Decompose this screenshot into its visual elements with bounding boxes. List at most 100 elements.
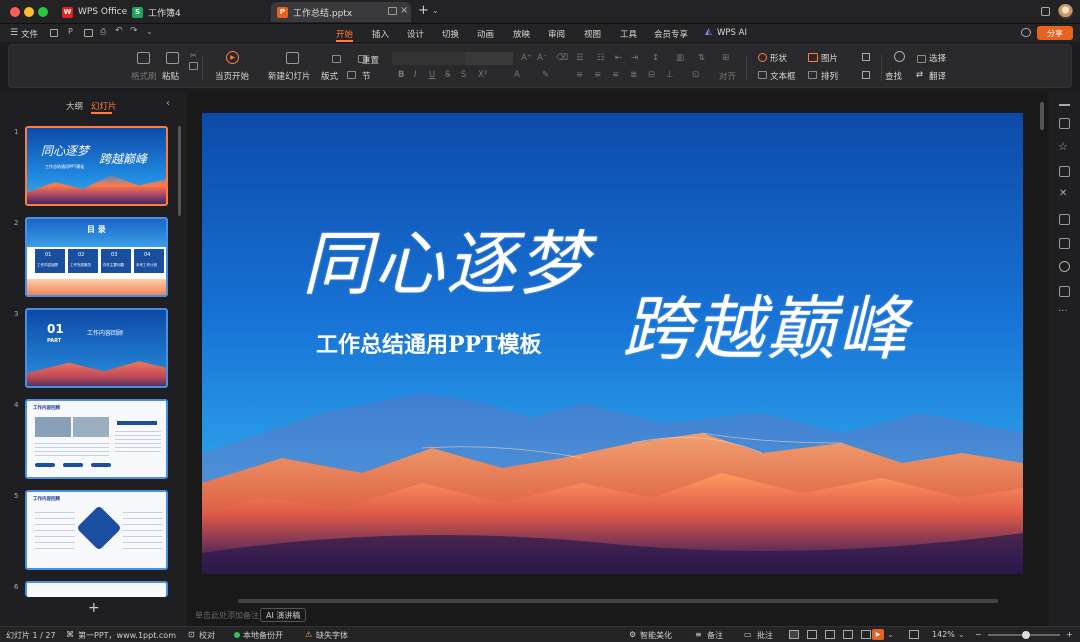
avatar[interactable] (1058, 4, 1073, 19)
properties-icon[interactable] (1059, 118, 1070, 129)
find-button[interactable]: 查找 (885, 70, 902, 82)
collapse-panel-icon[interactable]: ‹ (166, 98, 170, 109)
more-arrange-icon[interactable] (862, 71, 870, 79)
proofread-icon[interactable]: ⊡ (188, 630, 195, 639)
textbox-icon[interactable] (758, 71, 767, 79)
copy-style-icon[interactable] (1059, 166, 1070, 177)
slide-thumbnail-2[interactable]: 目 录 01 工作内容回顾 02 工作完成情况 03 存在主要问题 04 未来工作计划 (25, 217, 168, 297)
shrink-font-icon[interactable]: A⁻ (537, 53, 547, 63)
align-left-icon[interactable]: ≡ (576, 70, 583, 80)
canvas-vertical-scrollbar[interactable] (1040, 102, 1044, 130)
slide-thumbnail-5[interactable]: 工作内容回顾 (25, 490, 168, 570)
presenter-view-icon[interactable] (861, 630, 871, 639)
monitor-icon[interactable] (388, 7, 397, 15)
convert-icon[interactable]: ⊞ (722, 53, 729, 63)
maximize-window-button[interactable] (38, 7, 48, 17)
tab-tools[interactable]: 工具 (620, 28, 637, 40)
font-size-select[interactable] (465, 52, 513, 65)
more-shapes-icon[interactable] (862, 53, 870, 61)
minimize-window-button[interactable] (24, 7, 34, 17)
tab-wps-ai[interactable]: WPS AI (717, 28, 747, 38)
line-spacing-icon[interactable]: ↕ (652, 53, 659, 63)
fit-window-icon[interactable] (909, 630, 919, 639)
hamburger-menu-icon[interactable]: ☰ (10, 28, 18, 38)
image-tools-icon[interactable] (1059, 238, 1070, 249)
new-slide-icon[interactable] (286, 52, 299, 64)
share-button[interactable]: 分享 (1037, 26, 1073, 40)
tab-home[interactable]: 开始 (336, 28, 353, 40)
zoom-out-icon[interactable]: − (975, 630, 982, 639)
tab-insert[interactable]: 插入 (372, 28, 389, 40)
arrange-button[interactable]: 排列 (821, 70, 838, 82)
grow-font-icon[interactable]: A⁺ (521, 53, 531, 63)
save-icon[interactable] (50, 29, 58, 37)
strikethrough-icon[interactable]: S̶ (445, 70, 450, 80)
sidebar-scrollbar[interactable] (178, 126, 181, 216)
select-icon[interactable] (917, 55, 926, 63)
justify-icon[interactable]: ≣ (630, 70, 637, 80)
numbering-icon[interactable]: ☷ (597, 53, 605, 63)
window-layout-icon[interactable] (1041, 7, 1050, 16)
slide-title-a[interactable]: 同心逐梦 (302, 208, 590, 309)
proofread-button[interactable]: 校对 (199, 630, 215, 641)
comments-button[interactable]: 批注 (757, 630, 773, 641)
undo-icon[interactable]: ↶ (115, 26, 123, 36)
paste-button[interactable]: 粘贴 (162, 70, 179, 82)
copy-icon[interactable] (189, 62, 198, 70)
outline-view-icon[interactable] (843, 630, 853, 639)
play-icon[interactable]: ▶ (226, 51, 239, 64)
distribute-icon[interactable]: ⊟ (648, 70, 655, 80)
backup-icon[interactable] (1059, 286, 1070, 297)
tab-transitions[interactable]: 切换 (442, 28, 459, 40)
arrange-icon[interactable] (808, 71, 817, 79)
text-direction-icon[interactable]: ⇅ (698, 53, 705, 63)
align-button[interactable]: 对齐 (719, 70, 736, 82)
clear-format-icon[interactable]: ⌫ (556, 53, 568, 63)
text-box-align-icon[interactable]: ⊡ (692, 70, 699, 80)
tab-presentation[interactable]: P 工作总结.pptx × (271, 2, 411, 22)
paste-icon[interactable] (166, 52, 179, 64)
layout-button[interactable]: 版式 (321, 70, 338, 82)
shape-icon[interactable] (758, 53, 767, 62)
indent-increase-icon[interactable]: ⇥ (631, 53, 638, 63)
missing-font-button[interactable]: 缺失字体 (316, 630, 348, 641)
new-slide-button[interactable]: 新建幻灯片 (268, 70, 311, 82)
new-tab-icon[interactable]: + (418, 3, 429, 18)
canvas-horizontal-scrollbar[interactable] (238, 599, 998, 603)
format-painter-icon[interactable] (137, 52, 150, 64)
slide-thumbnail-1[interactable]: 同心逐梦 跨越巅峰 工作总结通用PPT模板 (25, 126, 168, 206)
slide-thumbnail-3[interactable]: 01 PART 工作内容回顾 (25, 308, 168, 388)
slide-thumbnail-6[interactable] (25, 581, 168, 597)
shape-button[interactable]: 形状 (770, 52, 787, 64)
add-slide-icon[interactable]: + (88, 600, 100, 616)
ai-script-button[interactable]: AI 演讲稿 (260, 608, 307, 622)
zoom-chevron-icon[interactable]: ⌄ (958, 630, 965, 639)
play-from-current-button[interactable]: 当页开始 (215, 70, 249, 82)
print-icon[interactable] (84, 29, 93, 37)
collapse-icon[interactable] (1059, 104, 1070, 106)
normal-view-icon[interactable] (789, 630, 799, 639)
superscript-icon[interactable]: X² (478, 70, 487, 80)
bullets-icon[interactable]: ☰ (576, 53, 584, 63)
tab-animations[interactable]: 动画 (477, 28, 494, 40)
quick-access-chevron-icon[interactable]: ⌄ (146, 27, 153, 36)
slide-title-b[interactable]: 跨越巅峰 (622, 273, 910, 374)
close-window-button[interactable] (10, 7, 20, 17)
vertical-align-icon[interactable]: ⊥ (666, 70, 673, 80)
file-menu[interactable]: 文件 (21, 28, 38, 40)
notes-button[interactable]: 备注 (707, 630, 723, 641)
highlight-icon[interactable]: ✎ (542, 70, 549, 80)
history-icon[interactable] (1059, 261, 1070, 272)
align-center-icon[interactable]: ≡ (594, 70, 601, 80)
picture-button[interactable]: 图片 (821, 52, 838, 64)
italic-icon[interactable]: I (414, 70, 417, 80)
slide-thumbnail-4[interactable]: 工作内容回顾 (25, 399, 168, 479)
slide-1[interactable]: 同心逐梦 跨越巅峰 工作总结通用PPT模板 (202, 113, 1023, 574)
tab-wps-office[interactable]: W WPS Office (56, 2, 133, 22)
beautify-button[interactable]: 智能美化 (640, 630, 672, 641)
tools-icon[interactable]: ✕ (1059, 188, 1067, 199)
find-icon[interactable] (894, 51, 905, 62)
export-pdf-icon[interactable]: P (68, 27, 73, 36)
select-button[interactable]: 选择 (929, 52, 946, 64)
section-button[interactable]: 节 (362, 70, 371, 82)
